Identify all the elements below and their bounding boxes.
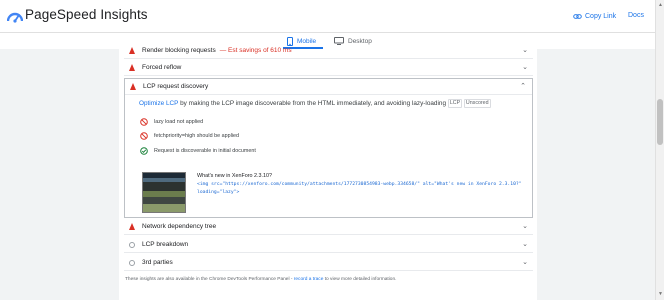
chevron-down-icon: ⌄ <box>522 259 528 266</box>
prohibited-circle-icon <box>140 131 148 140</box>
insights-panel: Render blocking requests — Est savings of… <box>119 47 537 300</box>
chevron-down-icon: ⌄ <box>522 223 528 230</box>
docs-link[interactable]: Docs <box>628 12 644 19</box>
top-app-bar: PageSpeed Insights Copy Link Docs <box>0 0 655 33</box>
footer-text: These insights are also available in the… <box>125 277 294 282</box>
chevron-down-icon: ⌄ <box>522 241 528 248</box>
check-item: lazy load not applied <box>140 117 203 126</box>
metric-chip-unscored: Unscored <box>463 99 491 108</box>
insight-label: LCP request discovery <box>143 83 209 90</box>
insight-description: Optimize LCP by making the LCP image dis… <box>139 99 491 108</box>
check-item: Request is discoverable in initial docum… <box>140 146 256 155</box>
check-label: fetchpriority=high should be applied <box>154 132 239 139</box>
insight-third-parties[interactable]: 3rd parties ⌄ <box>124 255 533 271</box>
warning-triangle-icon <box>130 83 136 90</box>
scrollbar-thumb[interactable] <box>657 99 663 145</box>
link-icon <box>573 14 582 19</box>
check-label: lazy load not applied <box>154 118 204 125</box>
lcp-node-title: What's new in XenForo 2.3.10? <box>197 173 273 179</box>
check-label: Request is discoverable in initial docum… <box>154 147 256 154</box>
insight-label: Render blocking requests <box>142 47 216 54</box>
page-scrollbar[interactable]: ▲ ▼ <box>655 0 664 300</box>
check-circle-icon <box>140 146 148 155</box>
chevron-down-icon: ⌄ <box>522 64 528 71</box>
footer-text: to view more detailed information. <box>323 277 397 282</box>
chevron-down-icon: ⌄ <box>522 47 528 54</box>
code-line: loading="lazy"> <box>197 190 240 195</box>
info-circle-icon <box>129 260 135 266</box>
record-trace-link[interactable]: record a trace <box>294 277 324 282</box>
app-title: PageSpeed Insights <box>25 7 148 22</box>
insight-network-dependency-tree[interactable]: Network dependency tree ⌄ <box>124 219 533 235</box>
insight-render-blocking[interactable]: Render blocking requests — Est savings of… <box>124 43 533 59</box>
insight-label: Forced reflow <box>142 64 182 71</box>
warning-triangle-icon <box>129 223 135 230</box>
scroll-down-arrow-icon[interactable]: ▼ <box>658 291 663 297</box>
warning-triangle-icon <box>129 47 135 54</box>
insight-forced-reflow[interactable]: Forced reflow ⌄ <box>124 60 533 76</box>
pagespeed-logo-icon <box>7 12 23 23</box>
lcp-node-snippet: <img src="https://xenforo.com/community/… <box>197 181 522 197</box>
insight-label: Network dependency tree <box>142 223 217 230</box>
chevron-up-icon: ⌃ <box>520 83 526 90</box>
info-circle-icon <box>129 242 135 248</box>
insight-label: LCP breakdown <box>142 241 189 248</box>
insight-lcp-breakdown[interactable]: LCP breakdown ⌄ <box>124 237 533 253</box>
scroll-up-arrow-icon[interactable]: ▲ <box>658 2 663 8</box>
warning-triangle-icon <box>129 64 135 71</box>
insight-lcp-discovery-expanded: LCP request discovery ⌃ Optimize LCP by … <box>124 78 533 218</box>
description-text: by making the LCP image discoverable fro… <box>178 100 447 107</box>
copy-link-button[interactable]: Copy Link <box>573 9 616 24</box>
lcp-element-thumbnail <box>142 172 186 213</box>
copy-link-label: Copy Link <box>585 13 617 20</box>
insight-label: 3rd parties <box>142 259 173 266</box>
insight-lcp-discovery-header[interactable]: LCP request discovery ⌃ <box>125 79 532 95</box>
check-item: fetchpriority=high should be applied <box>140 131 239 140</box>
insights-footer-note: These insights are also available in the… <box>125 277 396 282</box>
savings-text: — Est savings of 610 ms <box>219 47 292 54</box>
code-line: <img src="https://xenforo.com/community/… <box>197 182 522 187</box>
prohibited-circle-icon <box>140 117 148 126</box>
metric-chip-lcp: LCP <box>447 99 463 108</box>
optimize-lcp-link[interactable]: Optimize LCP <box>139 100 178 107</box>
